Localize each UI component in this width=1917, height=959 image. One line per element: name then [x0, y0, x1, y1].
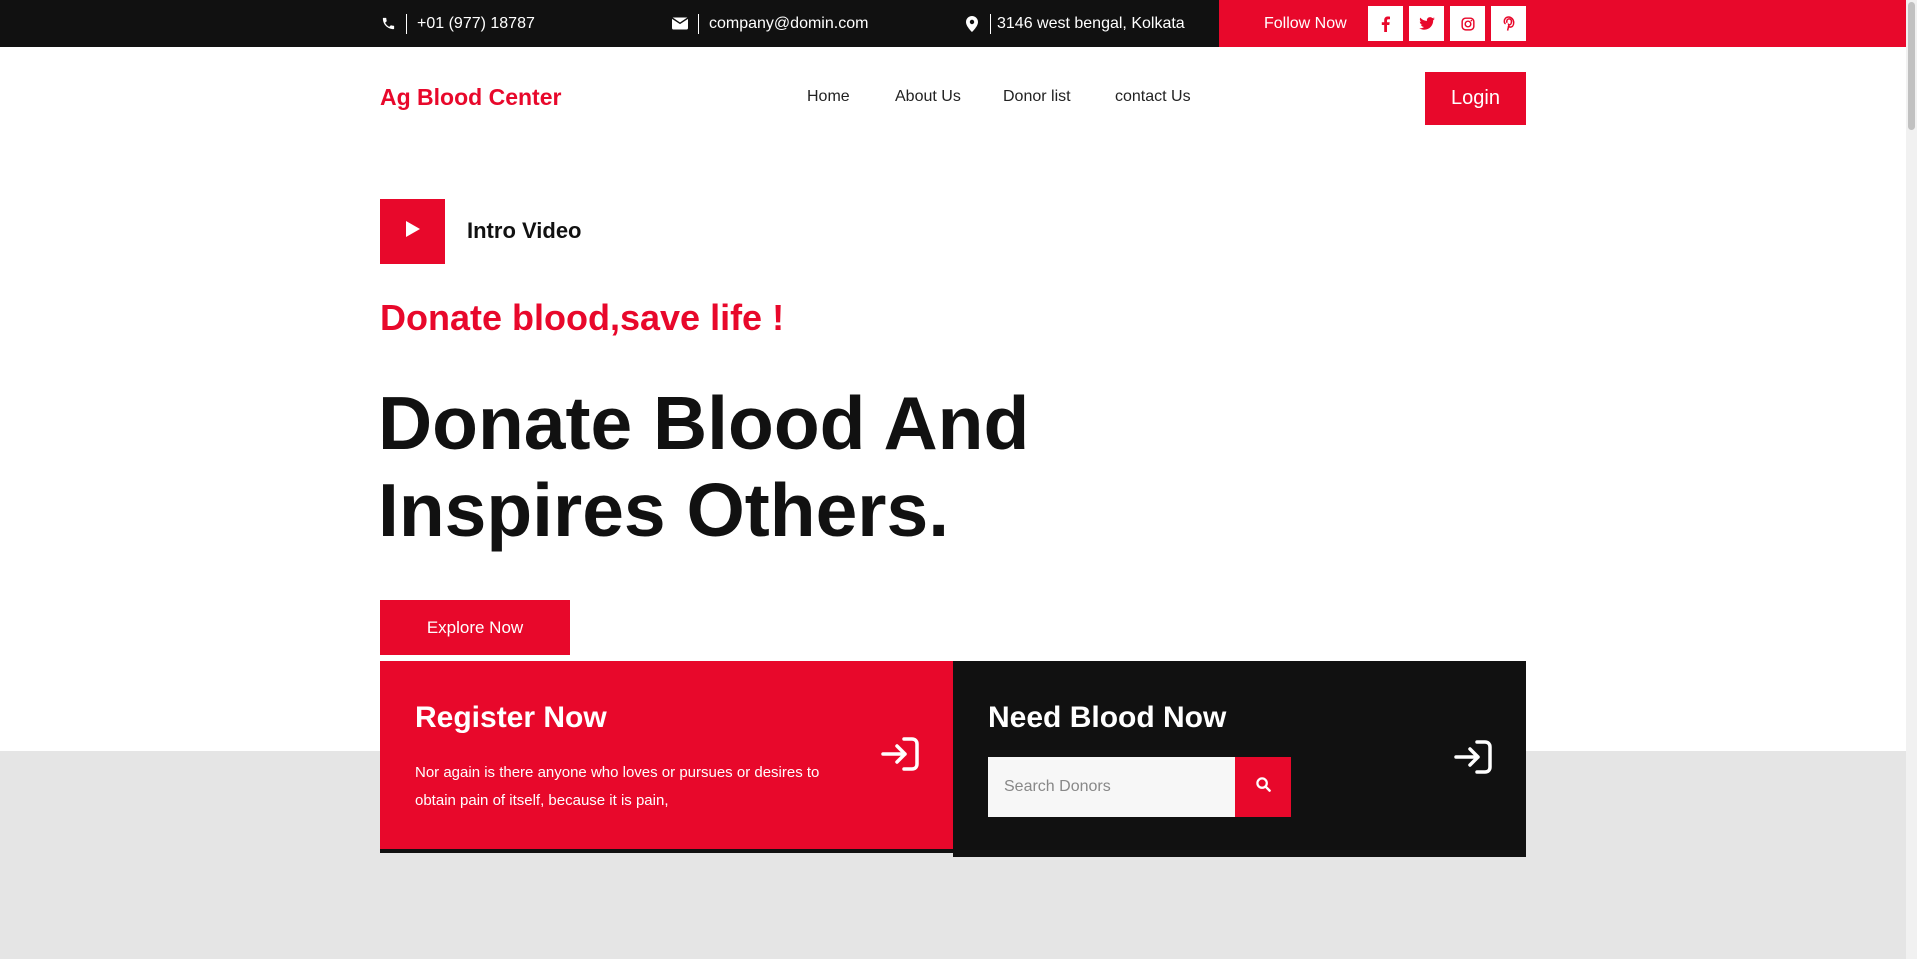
phone-icon — [380, 16, 396, 32]
nav-about-us[interactable]: About Us — [895, 88, 961, 106]
email-info: company@domin.com — [672, 0, 868, 47]
need-blood-title[interactable]: Need Blood Now — [988, 701, 1226, 735]
sign-in-arrow-icon[interactable] — [1453, 739, 1493, 779]
page-scrollbar[interactable] — [1906, 0, 1917, 959]
separator — [406, 13, 407, 34]
instagram-icon[interactable] — [1450, 6, 1485, 41]
facebook-icon[interactable] — [1368, 6, 1403, 41]
hero-title-line-2: Inspires Others. — [378, 468, 950, 552]
hero-title-line-1: Donate Blood And — [378, 381, 1030, 465]
nav-contact-us[interactable]: contact Us — [1115, 88, 1191, 106]
sign-in-arrow-icon[interactable] — [880, 736, 920, 776]
phone-info: +01 (977) 18787 — [380, 0, 535, 47]
address-info: 3146 west bengal, Kolkata — [964, 0, 1185, 47]
email-address[interactable]: company@domin.com — [709, 15, 868, 33]
intro-video-label[interactable]: Intro Video — [467, 218, 582, 244]
explore-now-button[interactable]: Explore Now — [380, 600, 570, 655]
register-description: Nor again is there anyone who loves or p… — [415, 764, 820, 809]
site-logo[interactable]: Ag Blood Center — [380, 84, 561, 111]
phone-number[interactable]: +01 (977) 18787 — [417, 15, 535, 33]
separator — [698, 13, 699, 34]
hero-tagline: Donate blood,save life ! — [380, 297, 785, 338]
map-marker-icon — [964, 15, 980, 32]
pinterest-icon[interactable] — [1491, 6, 1526, 41]
nav-home[interactable]: Home — [807, 88, 850, 106]
play-video-button[interactable] — [380, 199, 445, 264]
search-button[interactable] — [1235, 757, 1291, 817]
twitter-icon[interactable] — [1409, 6, 1444, 41]
login-button[interactable]: Login — [1425, 72, 1526, 125]
follow-label: Follow Now — [1264, 14, 1347, 32]
register-title[interactable]: Register Now — [415, 701, 607, 735]
address-text: 3146 west bengal, Kolkata — [997, 14, 1185, 32]
nav-donor-list[interactable]: Donor list — [1003, 88, 1071, 106]
envelope-icon — [672, 16, 688, 32]
search-icon — [1255, 777, 1271, 797]
scrollbar-thumb[interactable] — [1908, 2, 1915, 130]
hero-title: Donate Blood And Inspires Others. — [378, 380, 1078, 554]
search-donors-input[interactable] — [988, 757, 1235, 817]
play-icon — [405, 220, 421, 243]
register-card: Register Now Nor again is there anyone w… — [380, 661, 953, 853]
separator — [990, 13, 991, 34]
need-blood-card: Need Blood Now — [953, 661, 1526, 857]
